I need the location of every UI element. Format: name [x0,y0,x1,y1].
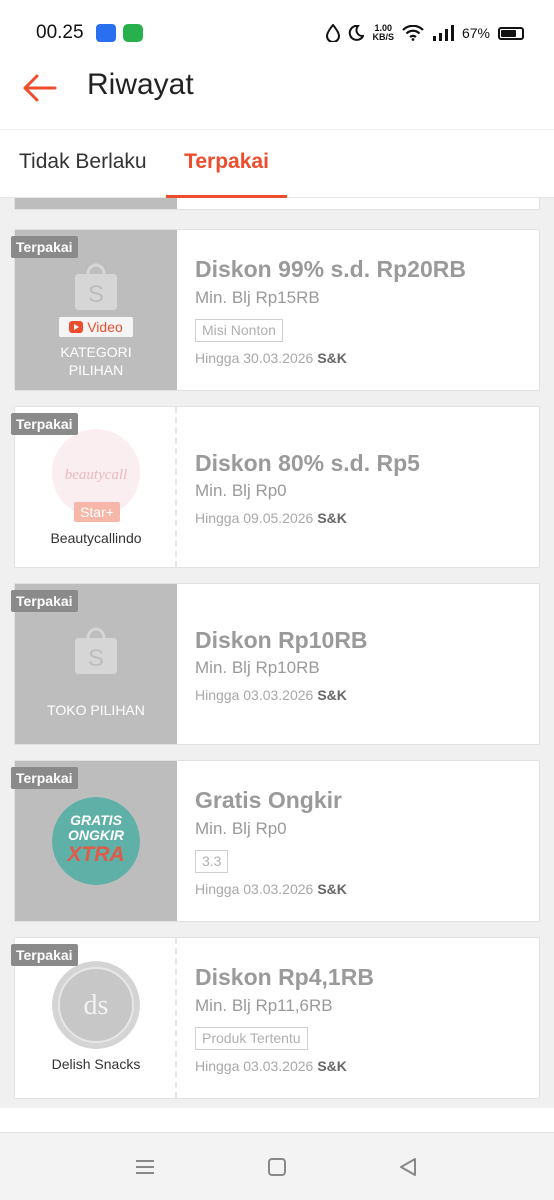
shopping-bag-icon: S [75,627,117,674]
android-app-icon [96,24,116,42]
terms-link[interactable]: S&K [317,350,347,366]
left-label-line1: TOKO PILIHAN [47,702,145,718]
store-name: Delish Snacks [51,1056,141,1072]
video-tag: Video [59,317,133,337]
logo-line2: ONGKIR [68,827,125,843]
wifi-icon [402,25,424,41]
terms-link[interactable]: S&K [317,1058,347,1074]
voucher-card[interactable]: S Video KATEGORI PILIHAN Terpakai Diskon… [11,229,540,391]
terms-link[interactable]: S&K [317,510,347,526]
voucher-tag: 3.3 [195,850,229,873]
voucher-list[interactable]: S Video KATEGORI PILIHAN Terpakai Diskon… [0,198,554,1108]
logo-line1: GRATIS [70,812,123,828]
voucher-validity: Hingga 03.03.2026 S&K [195,687,347,703]
svg-text:S: S [88,645,104,672]
voucher-card-partial[interactable] [14,198,540,210]
left-label-line2: PILIHAN [68,362,124,378]
voucher-validity: Hingga 03.03.2026 S&K [195,881,347,897]
tab-bar: Tidak Berlaku Terpakai [0,130,554,198]
used-badge: Terpakai [11,590,78,612]
voucher-details: Diskon Rp4,1RB Min. Blj Rp11,6RB Produk … [195,938,531,1098]
tab-terpakai[interactable]: Terpakai [166,128,287,196]
voucher-min-spend: Min. Blj Rp10RB [195,658,320,677]
logo-line3: XTRA [66,843,124,866]
used-badge: Terpakai [11,767,78,789]
status-right: 1.00 KB/S 67% [326,20,524,46]
voucher-left-panel: GRATIS ONGKIR XTRA Terpakai [11,761,177,921]
voucher-title: Diskon Rp10RB [195,627,368,653]
home-square-icon[interactable] [265,1155,289,1179]
store-logo: ds [52,961,140,1049]
water-drop-icon [326,24,341,42]
voucher-details: Diskon 80% s.d. Rp5 Min. Blj Rp0 Hingga … [195,407,531,567]
back-triangle-icon[interactable] [396,1155,420,1179]
voucher-left-panel: ds Delish Snacks Terpakai [11,938,177,1098]
voucher-title: Diskon 80% s.d. Rp5 [195,450,420,476]
voucher-tag: Misi Nonton [195,319,283,342]
shopping-bag-icon: S [75,263,117,310]
page-title: Riwayat [87,68,194,101]
voucher-card[interactable]: ds Delish Snacks Terpakai Diskon Rp4,1RB… [11,937,540,1099]
voucher-card[interactable]: GRATIS ONGKIR XTRA Terpakai Gratis Ongki… [11,760,540,922]
voucher-left-panel: S TOKO PILIHAN Terpakai [11,584,177,744]
voucher-details: Diskon 99% s.d. Rp20RB Min. Blj Rp15RB M… [195,230,531,390]
voucher-card[interactable]: beautycall Star+ Beautycallindo Terpakai… [11,406,540,568]
valid-until: Hingga 09.05.2026 [195,510,314,526]
battery-percent: 67% [461,25,490,41]
voucher-left-panel [15,198,177,209]
gratis-ongkir-xtra-logo: GRATIS ONGKIR XTRA [52,797,140,885]
network-speed-unit: KB/S [372,32,394,42]
store-tier-badge: Star+ [74,502,120,522]
voucher-title: Diskon 99% s.d. Rp20RB [195,256,466,282]
menu-icon[interactable] [133,1155,157,1179]
voucher-details: Gratis Ongkir Min. Blj Rp0 3.3 Hingga 03… [195,761,531,921]
shield-app-icon [123,24,143,42]
video-tag-label: Video [87,319,123,335]
voucher-card[interactable]: S TOKO PILIHAN Terpakai Diskon Rp10RB Mi… [11,583,540,745]
left-label-line1: KATEGORI [60,344,132,360]
voucher-validity: Hingga 09.05.2026 S&K [195,510,347,526]
app-header: Riwayat [0,66,554,130]
svg-text:S: S [88,281,104,308]
voucher-validity: Hingga 30.03.2026 S&K [195,350,347,366]
valid-until: Hingga 03.03.2026 [195,687,314,703]
status-bar: 00.25 1.00 KB/S 67% [0,0,554,66]
voucher-validity: Hingga 03.03.2026 S&K [195,1058,347,1074]
store-name: Beautycallindo [50,530,142,546]
voucher-min-spend: Min. Blj Rp0 [195,481,287,500]
store-logo-text: ds [84,990,109,1021]
ticket-notches [11,791,19,913]
used-badge: Terpakai [11,236,78,258]
back-button[interactable] [18,70,60,106]
terms-link[interactable]: S&K [317,881,347,897]
battery-icon [498,26,524,40]
terms-link[interactable]: S&K [317,687,347,703]
voucher-left-panel: beautycall Star+ Beautycallindo Terpakai [11,407,177,567]
voucher-title: Gratis Ongkir [195,787,342,813]
network-speed: 1.00 KB/S [372,24,394,42]
voucher-min-spend: Min. Blj Rp0 [195,819,287,838]
voucher-title: Diskon Rp4,1RB [195,964,374,990]
signal-icon [432,25,454,41]
used-badge: Terpakai [11,944,78,966]
voucher-min-spend: Min. Blj Rp15RB [195,288,320,307]
valid-until: Hingga 03.03.2026 [195,1058,314,1074]
valid-until: Hingga 03.03.2026 [195,881,314,897]
voucher-left-panel: S Video KATEGORI PILIHAN Terpakai [11,230,177,390]
valid-until: Hingga 30.03.2026 [195,350,314,366]
voucher-min-spend: Min. Blj Rp11,6RB [195,996,333,1015]
voucher-tag: Produk Tertentu [195,1027,308,1050]
play-icon [69,321,84,333]
tab-tidak-berlaku[interactable]: Tidak Berlaku [19,128,147,196]
moon-icon [349,25,365,41]
system-nav-bar [0,1132,554,1200]
voucher-details: Diskon Rp10RB Min. Blj Rp10RB Hingga 03.… [195,584,531,744]
used-badge: Terpakai [11,413,78,435]
store-logo-text: beautycall [65,467,127,483]
status-time: 00.25 [36,22,84,43]
arrow-left-icon [23,74,57,102]
